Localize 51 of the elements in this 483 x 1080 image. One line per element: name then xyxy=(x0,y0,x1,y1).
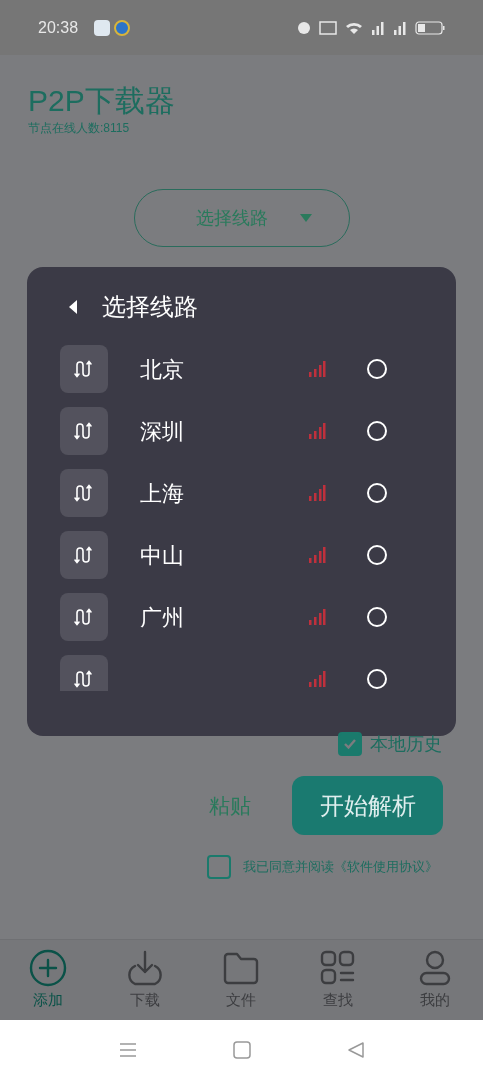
signal-icon xyxy=(307,359,327,379)
app-notification-icon xyxy=(94,19,111,36)
parse-button[interactable]: 开始解析 xyxy=(292,776,443,835)
checkbox[interactable] xyxy=(207,855,231,879)
signal-icon xyxy=(307,483,327,503)
nav-tab[interactable]: 我的 xyxy=(386,940,483,1020)
nav-tab[interactable]: 添加 xyxy=(0,940,97,1020)
back-triangle-icon[interactable] xyxy=(346,1041,365,1059)
route-name[interactable]: 北京 xyxy=(140,356,184,382)
online-count: 节点在线人数:8115 xyxy=(28,120,131,137)
radio-button[interactable] xyxy=(367,421,387,441)
signal-icon xyxy=(307,545,327,565)
radio-button[interactable] xyxy=(367,545,387,565)
route-name[interactable]: 中山 xyxy=(140,542,184,568)
radio-button[interactable] xyxy=(367,359,387,379)
history-label: 本地历史 xyxy=(370,732,442,756)
home-square-icon[interactable] xyxy=(232,1041,251,1059)
route-icon xyxy=(60,469,108,517)
checkbox[interactable] xyxy=(338,732,362,756)
nav-tab[interactable]: 查找 xyxy=(289,940,387,1020)
nav-tab[interactable]: 下载 xyxy=(96,940,194,1020)
hd-icon xyxy=(319,20,337,35)
add-icon xyxy=(29,948,68,987)
route-icon xyxy=(60,593,108,641)
download-icon xyxy=(125,948,164,987)
app-notification-icon xyxy=(114,19,131,36)
route-icon xyxy=(60,407,108,455)
radio-button[interactable] xyxy=(367,483,387,503)
app-title: P2P下载器 xyxy=(28,83,176,119)
wifi-icon xyxy=(345,20,363,35)
cell-signal-icon xyxy=(371,20,385,35)
dropdown-caret-icon xyxy=(299,214,312,222)
radio-button[interactable] xyxy=(367,607,387,627)
battery-icon xyxy=(415,20,445,35)
alarm-icon xyxy=(297,20,311,35)
signal-icon xyxy=(307,421,327,441)
back-caret-icon[interactable] xyxy=(68,300,78,314)
route-name[interactable]: 深圳 xyxy=(140,418,184,444)
route-name[interactable]: 广州 xyxy=(140,604,184,630)
route-icon xyxy=(60,531,108,579)
route-icon xyxy=(60,655,108,691)
route-name[interactable]: 上海 xyxy=(140,480,184,506)
dialog-title: 选择线路 xyxy=(102,292,198,322)
route-icon xyxy=(60,345,108,393)
signal-icon xyxy=(307,607,327,627)
signal-icon xyxy=(307,669,327,689)
agreement-text[interactable]: 我已同意并阅读《软件使用协议》 xyxy=(243,857,438,877)
radio-button[interactable] xyxy=(367,669,387,689)
status-time: 20:38 xyxy=(38,17,79,38)
cell-signal-icon xyxy=(393,20,407,35)
nav-tab[interactable]: 文件 xyxy=(193,940,290,1020)
